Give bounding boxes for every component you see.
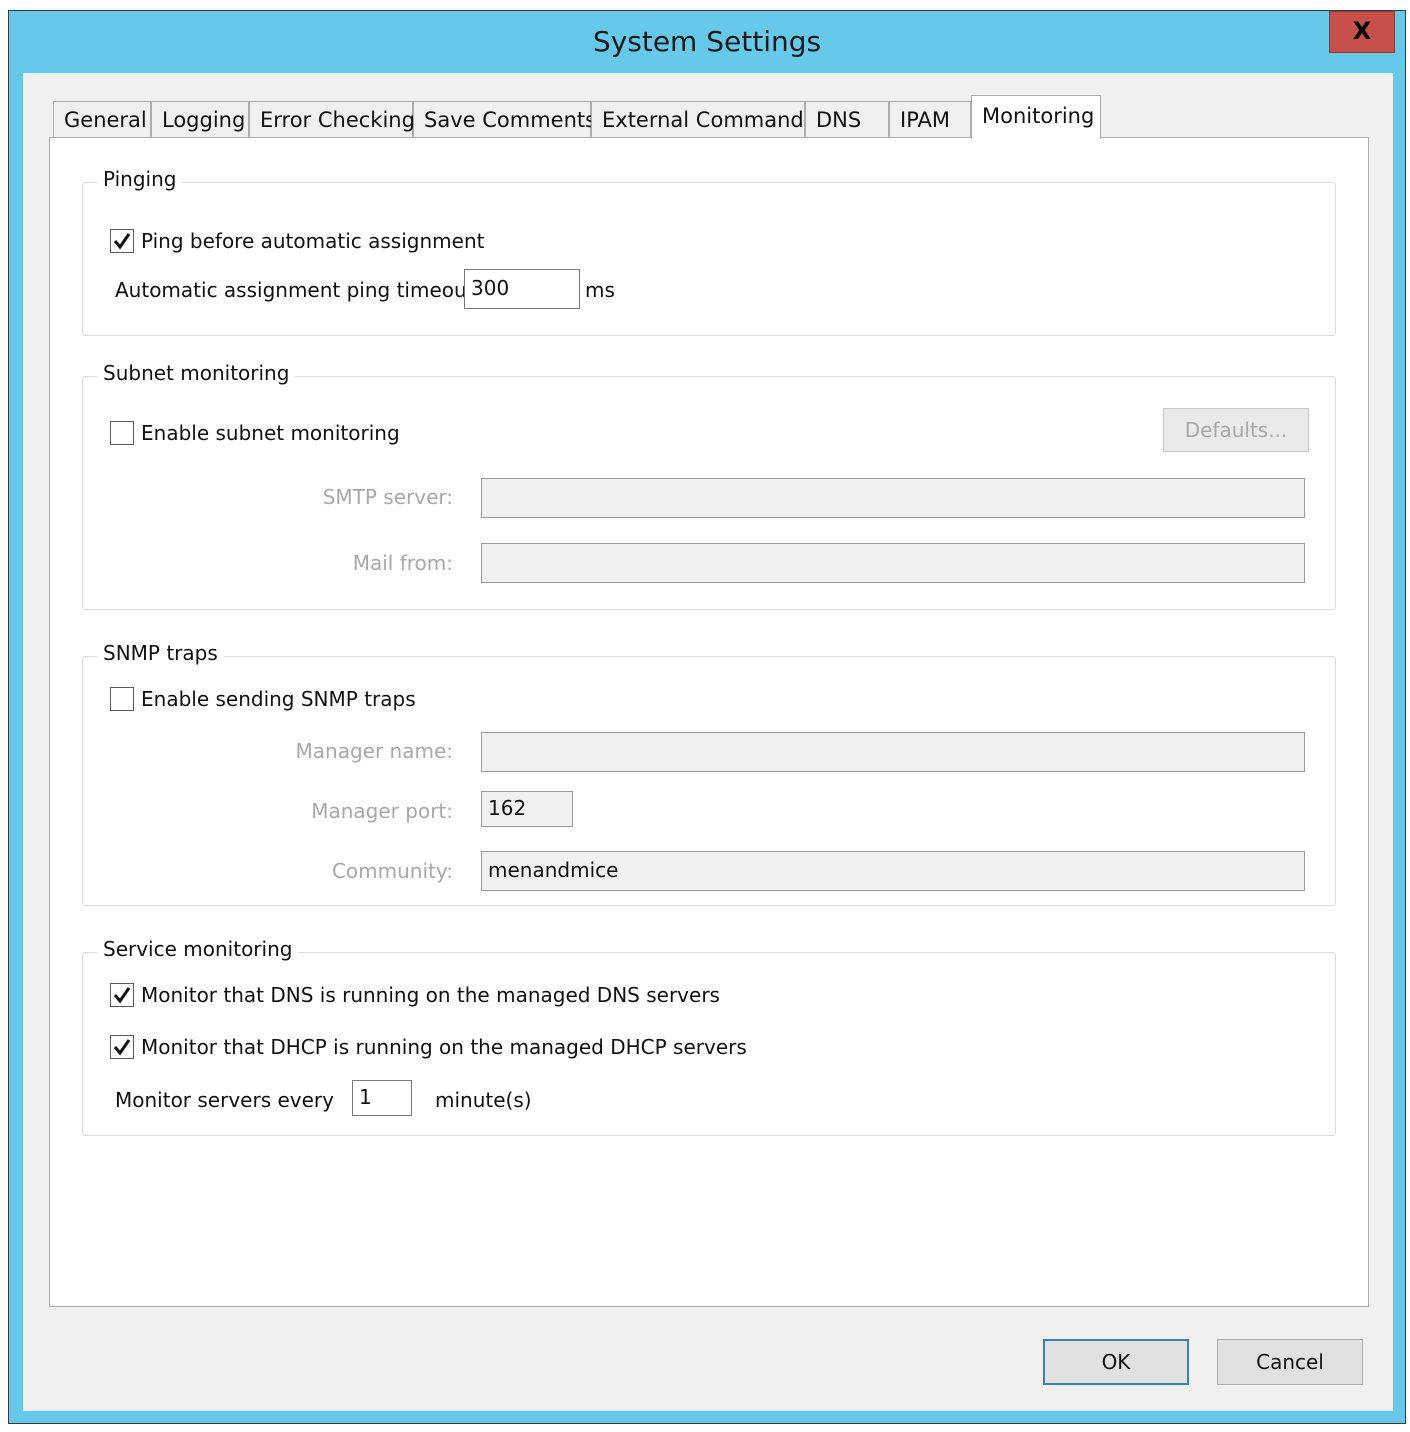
close-button[interactable]: X — [1329, 11, 1395, 53]
smtp-server-input[interactable] — [481, 478, 1305, 518]
tab-external-commands[interactable]: External Commands — [591, 101, 815, 137]
monitor-dhcp-checkbox[interactable] — [110, 1035, 134, 1059]
tab-monitoring[interactable]: Monitoring — [971, 95, 1101, 139]
cancel-button[interactable]: Cancel — [1217, 1339, 1363, 1385]
manager-name-label: Manager name: — [295, 739, 453, 763]
enable-subnet-monitoring-label: Enable subnet monitoring — [141, 421, 400, 445]
tab-error-checking[interactable]: Error Checking — [249, 101, 415, 137]
tab-dns[interactable]: DNS — [805, 101, 889, 137]
service-monitoring-group: Service monitoring Monitor that DNS is r… — [82, 937, 1336, 1136]
checkmark-icon — [113, 233, 131, 250]
ping-timeout-input[interactable]: 300 — [464, 269, 580, 309]
title-bar[interactable]: System Settings X — [9, 11, 1405, 73]
window-title: System Settings — [592, 25, 822, 58]
monitor-dhcp-label: Monitor that DHCP is running on the mana… — [141, 1035, 747, 1059]
enable-snmp-traps-checkbox[interactable] — [110, 687, 134, 711]
mail-from-input[interactable] — [481, 543, 1305, 583]
checkmark-icon — [113, 1039, 131, 1056]
service-monitoring-legend: Service monitoring — [97, 937, 299, 961]
manager-port-input[interactable]: 162 — [481, 791, 573, 827]
pinging-group: Pinging Ping before automatic assignment… — [82, 167, 1336, 336]
ok-button[interactable]: OK — [1043, 1339, 1189, 1385]
defaults-button[interactable]: Defaults... — [1163, 408, 1309, 452]
ping-before-assignment-checkbox[interactable] — [110, 229, 134, 253]
enable-subnet-monitoring-checkbox[interactable] — [110, 421, 134, 445]
manager-name-input[interactable] — [481, 732, 1305, 772]
monitoring-panel: Pinging Ping before automatic assignment… — [49, 137, 1369, 1307]
monitor-interval-input[interactable]: 1 — [352, 1080, 412, 1116]
enable-snmp-traps-label: Enable sending SNMP traps — [141, 687, 416, 711]
ping-timeout-unit: ms — [585, 278, 615, 302]
tab-save-comments[interactable]: Save Comments — [413, 101, 596, 137]
smtp-server-label: SMTP server: — [322, 485, 453, 509]
tab-logging[interactable]: Logging — [151, 101, 249, 137]
ping-timeout-label: Automatic assignment ping timeout: — [115, 278, 482, 302]
community-input[interactable]: menandmice — [481, 851, 1305, 891]
ping-before-assignment-label: Ping before automatic assignment — [141, 229, 485, 253]
snmp-traps-group: SNMP traps Enable sending SNMP traps Man… — [82, 641, 1336, 906]
manager-port-label: Manager port: — [311, 799, 453, 823]
subnet-monitoring-legend: Subnet monitoring — [97, 361, 296, 385]
mail-from-label: Mail from: — [352, 551, 453, 575]
dialog-client-area: General Logging Error Checking Save Comm… — [23, 73, 1393, 1411]
monitor-interval-unit: minute(s) — [435, 1088, 532, 1112]
tab-general[interactable]: General — [53, 101, 151, 137]
snmp-traps-legend: SNMP traps — [97, 641, 224, 665]
pinging-legend: Pinging — [97, 167, 183, 191]
system-settings-window: System Settings X General Logging Error … — [8, 10, 1406, 1424]
monitor-interval-label: Monitor servers every — [115, 1088, 334, 1112]
monitor-dns-label: Monitor that DNS is running on the manag… — [141, 983, 720, 1007]
subnet-monitoring-group: Subnet monitoring Enable subnet monitori… — [82, 361, 1336, 610]
community-label: Community: — [331, 859, 453, 883]
checkmark-icon — [113, 987, 131, 1004]
monitor-dns-checkbox[interactable] — [110, 983, 134, 1007]
tab-ipam[interactable]: IPAM — [889, 101, 971, 137]
